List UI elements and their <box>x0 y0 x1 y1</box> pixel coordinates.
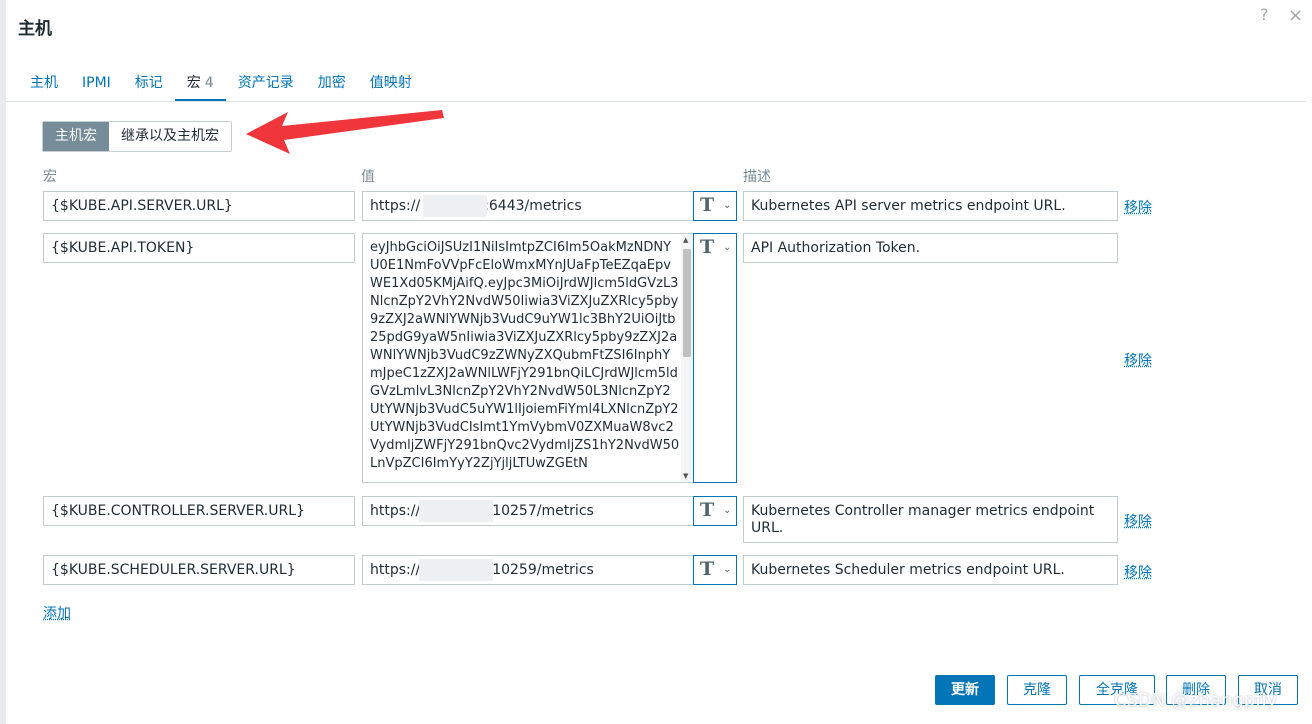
macro-name-input[interactable]: {$KUBE.API.TOKEN} <box>43 233 355 263</box>
full-clone-button[interactable]: 全克隆 <box>1079 675 1155 705</box>
tab-tags[interactable]: 标记 <box>123 64 175 102</box>
host-dialog: 主机 ? × 主机 IPMI 标记 宏4 资产记录 加密 值映射 主机宏 继承以… <box>6 0 1312 724</box>
macro-value-input[interactable]: https://10257/metrics <box>362 496 694 526</box>
macro-value-input[interactable]: https://10259/metrics <box>362 555 694 585</box>
scroll-down-icon[interactable]: ▼ <box>683 472 688 480</box>
chevron-down-icon: ⌄ <box>723 564 732 575</box>
macro-description-input[interactable]: API Authorization Token. <box>743 233 1118 263</box>
red-arrow-annotation <box>246 110 444 154</box>
macro-description-input[interactable]: Kubernetes API server metrics endpoint U… <box>743 191 1118 221</box>
update-button[interactable]: 更新 <box>935 675 995 705</box>
tab-divider <box>6 101 1306 102</box>
macro-name-input[interactable]: {$KUBE.API.SERVER.URL} <box>43 191 355 221</box>
textarea-scrollbar[interactable]: ▲ ▼ <box>681 235 693 481</box>
text-type-icon: T <box>700 236 715 258</box>
redaction-mask <box>419 559 493 581</box>
tab-macros[interactable]: 宏4 <box>174 64 226 102</box>
redaction-mask <box>423 195 487 217</box>
inherited-macros-button[interactable]: 继承以及主机宏 <box>109 122 231 151</box>
help-icon[interactable]: ? <box>1260 5 1269 24</box>
redaction-mask <box>419 500 493 522</box>
chevron-down-icon: ⌄ <box>723 200 732 211</box>
value-column-header: 值 <box>361 169 375 185</box>
text-type-icon: T <box>700 558 715 580</box>
chevron-down-icon: ⌄ <box>723 505 732 516</box>
tab-encryption[interactable]: 加密 <box>306 64 358 102</box>
remove-link[interactable]: 移除 <box>1124 511 1152 531</box>
macro-name-input[interactable]: {$KUBE.SCHEDULER.SERVER.URL} <box>43 555 355 585</box>
clone-button[interactable]: 克隆 <box>1007 675 1067 705</box>
tab-bar: 主机 IPMI 标记 宏4 资产记录 加密 值映射 <box>18 64 424 102</box>
dialog-title: 主机 <box>18 19 52 39</box>
chevron-down-icon: ⌄ <box>723 242 732 253</box>
text-type-icon: T <box>700 499 715 521</box>
tab-count-badge: 4 <box>204 75 214 91</box>
scroll-up-icon[interactable]: ▲ <box>683 236 688 244</box>
host-macros-button[interactable]: 主机宏 <box>43 122 109 151</box>
macro-name-input[interactable]: {$KUBE.CONTROLLER.SERVER.URL} <box>43 496 355 526</box>
tab-inventory[interactable]: 资产记录 <box>226 64 306 102</box>
macro-value-textarea[interactable]: eyJhbGciOiJSUzI1NiIsImtpZCI6Im5OakMzNDNY… <box>362 233 694 483</box>
description-column-header: 描述 <box>743 169 771 185</box>
value-type-selector[interactable]: T ⌄ <box>693 555 737 585</box>
scrollbar-thumb[interactable] <box>683 249 691 357</box>
cancel-button[interactable]: 取消 <box>1238 675 1298 705</box>
macro-column-header: 宏 <box>43 169 57 185</box>
macro-view-toggle: 主机宏 继承以及主机宏 <box>42 121 232 152</box>
value-type-selector[interactable]: T ⌄ <box>693 233 737 483</box>
text-type-icon: T <box>700 194 715 216</box>
tab-ipmi[interactable]: IPMI <box>70 64 123 102</box>
tab-value-mapping[interactable]: 值映射 <box>358 64 424 102</box>
macro-value-input[interactable]: https://:6443/metrics <box>362 191 694 221</box>
remove-link[interactable]: 移除 <box>1124 197 1152 217</box>
close-icon[interactable]: × <box>1288 5 1303 26</box>
remove-link[interactable]: 移除 <box>1124 562 1152 582</box>
remove-link[interactable]: 移除 <box>1124 350 1152 370</box>
macro-description-input[interactable]: Kubernetes Controller manager metrics en… <box>743 496 1118 543</box>
value-type-selector[interactable]: T ⌄ <box>693 191 737 221</box>
value-type-selector[interactable]: T ⌄ <box>693 496 737 526</box>
macro-description-input[interactable]: Kubernetes Scheduler metrics endpoint UR… <box>743 555 1118 585</box>
delete-button[interactable]: 删除 <box>1166 675 1226 705</box>
add-macro-link[interactable]: 添加 <box>43 603 71 623</box>
tab-host[interactable]: 主机 <box>18 64 70 102</box>
